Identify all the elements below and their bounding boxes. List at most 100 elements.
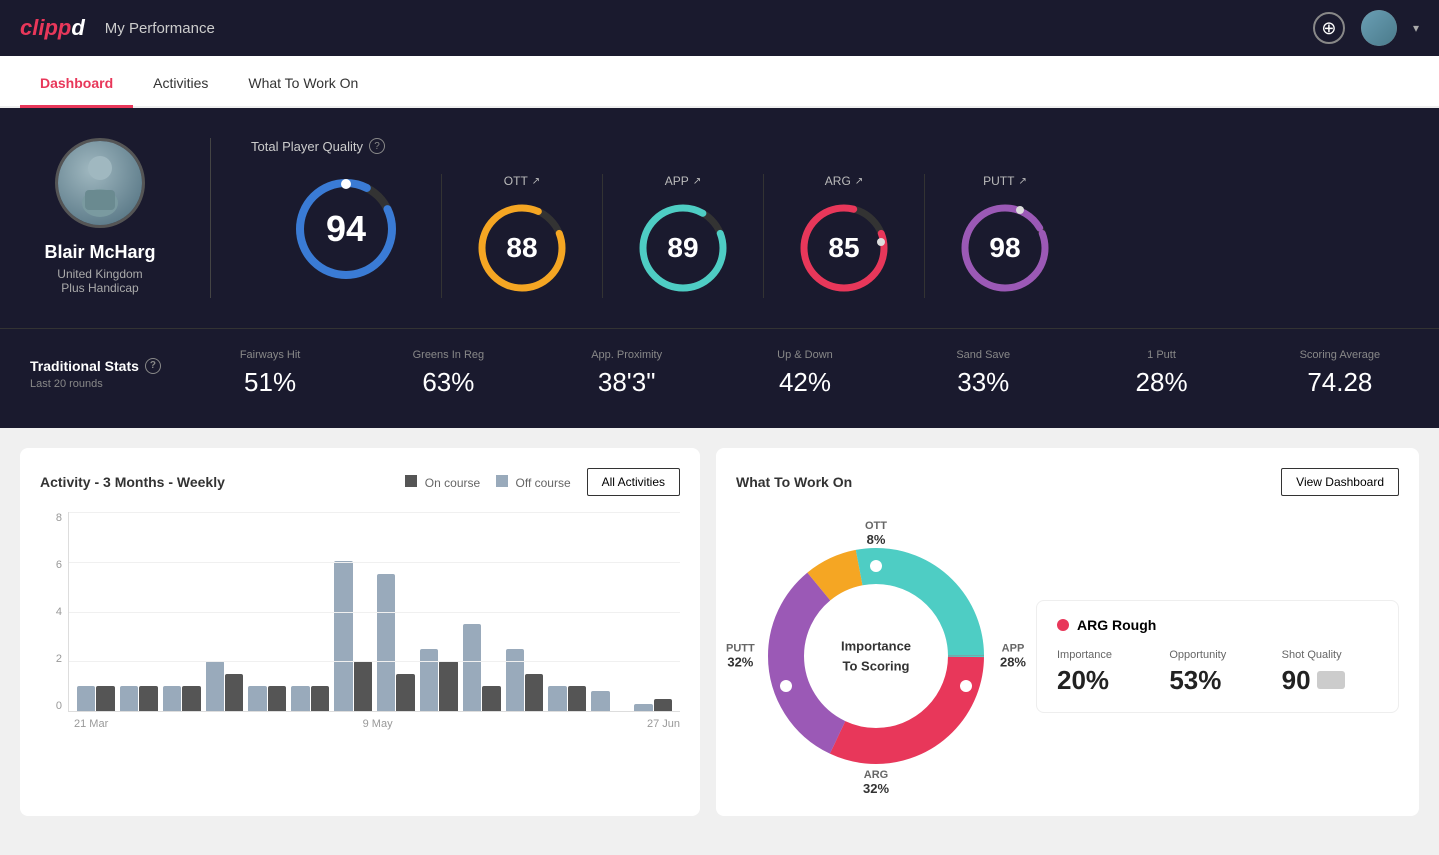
wtwo-panel: What To Work On View Dashboard	[716, 448, 1419, 816]
label-arg: ARG 32%	[863, 769, 889, 796]
stat-fairways: Fairways Hit 51%	[201, 349, 339, 398]
trad-stats-title: Traditional Stats ?	[30, 358, 161, 374]
metric-opportunity: Opportunity 53%	[1169, 649, 1265, 696]
detail-card-title: ARG Rough	[1057, 617, 1378, 633]
gauge-putt-circle: 98	[955, 198, 1055, 298]
avatar[interactable]	[1361, 10, 1397, 46]
trad-stats-label: Traditional Stats ? Last 20 rounds	[30, 358, 161, 390]
bar-on-2	[182, 686, 200, 711]
stat-oneputt: 1 Putt 28%	[1092, 349, 1230, 398]
tab-activities[interactable]: Activities	[133, 61, 228, 108]
detail-card: ARG Rough Importance 20% Opportunity	[1036, 600, 1399, 713]
bar-off-5	[291, 686, 309, 711]
donut-chart: ImportanceTo Scoring OTT 8% ARG 32% APP …	[736, 516, 1016, 796]
bar-group-6	[334, 561, 372, 711]
opportunity-value: 53%	[1169, 665, 1265, 696]
plus-icon: ⊕	[1321, 18, 1336, 39]
arrow-icon: ↗	[1018, 176, 1026, 187]
bar-off-9	[463, 624, 481, 712]
main-gauge-wrap: 94	[291, 174, 401, 284]
wtwo-header: What To Work On View Dashboard	[736, 468, 1399, 496]
gauge-ott-circle: 88	[472, 198, 572, 298]
bar-group-5	[291, 686, 329, 711]
arg-score: 85	[828, 232, 859, 264]
tab-what-to-work-on[interactable]: What To Work On	[228, 61, 378, 108]
avatar-image	[1361, 10, 1397, 46]
trad-help-icon[interactable]: ?	[145, 358, 161, 374]
metric-shot-quality: Shot Quality 90	[1282, 649, 1378, 696]
bar-on-9	[482, 686, 500, 711]
stat-scoring: Scoring Average 74.28	[1271, 349, 1409, 398]
bar-group-1	[120, 686, 158, 711]
view-dashboard-button[interactable]: View Dashboard	[1281, 468, 1399, 496]
top-nav: clippd My Performance ⊕ ▾	[0, 0, 1439, 56]
legend-on-course: On course	[405, 475, 480, 490]
bar-on-5	[311, 686, 329, 711]
player-avatar-image	[58, 141, 142, 225]
stat-proximity: App. Proximity 38'3"	[558, 349, 696, 398]
gauge-putt-label: PUTT ↗	[983, 174, 1027, 188]
bar-group-3	[206, 661, 244, 711]
bar-off-11	[548, 686, 566, 711]
shot-quality-value: 90	[1282, 665, 1378, 696]
bar-group-8	[420, 649, 458, 712]
label-app: APP 28%	[1000, 643, 1026, 670]
bar-group-9	[463, 624, 501, 712]
bar-off-4	[248, 686, 266, 711]
bar-off-13	[634, 704, 652, 712]
metric-importance: Importance 20%	[1057, 649, 1153, 696]
gauge-putt: PUTT ↗ 98	[925, 174, 1085, 298]
app-score: 89	[667, 232, 698, 264]
add-button[interactable]: ⊕	[1313, 12, 1345, 44]
x-label-jun: 27 Jun	[647, 718, 680, 730]
bar-group-7	[377, 574, 415, 712]
bar-group-10	[506, 649, 544, 712]
hero-section: Blair McHarg United Kingdom Plus Handica…	[0, 108, 1439, 328]
score-gauges: 94 OTT ↗ 88	[251, 174, 1409, 298]
main-score-value: 94	[326, 208, 366, 250]
bar-on-13	[654, 699, 672, 712]
gauge-main: 94	[251, 174, 442, 298]
bar-off-7	[377, 574, 395, 712]
nav-title: My Performance	[105, 20, 215, 37]
gauge-app-label: APP ↗	[665, 174, 701, 188]
tab-dashboard[interactable]: Dashboard	[20, 61, 133, 108]
bar-group-12	[591, 691, 629, 711]
tpq-label: Total Player Quality ?	[251, 138, 1409, 154]
bar-on-8	[439, 661, 457, 711]
donut-center-label: ImportanceTo Scoring	[841, 637, 911, 676]
donut-center-text: ImportanceTo Scoring	[841, 637, 911, 676]
bar-on-1	[139, 686, 157, 711]
gauge-arg: ARG ↗ 85	[764, 174, 925, 298]
gauge-app-circle: 89	[633, 198, 733, 298]
chart-area: 8 6 4 2 0	[40, 512, 680, 732]
putt-score: 98	[989, 232, 1020, 264]
tpq-help-icon[interactable]: ?	[369, 138, 385, 154]
nav-left: clippd My Performance	[20, 15, 215, 41]
chart-header: Activity - 3 Months - Weekly On course O…	[40, 468, 680, 496]
bar-off-8	[420, 649, 438, 712]
legend-off-course: Off course	[496, 475, 570, 490]
stat-updown: Up & Down 42%	[736, 349, 874, 398]
all-activities-button[interactable]: All Activities	[587, 468, 680, 496]
scores-section: Total Player Quality ? 94	[251, 138, 1409, 298]
y-label-4: 4	[56, 606, 62, 618]
bar-off-3	[206, 661, 224, 711]
gauge-app: APP ↗ 89	[603, 174, 764, 298]
bar-off-6	[334, 561, 352, 711]
bar-group-4	[248, 686, 286, 711]
bar-on-10	[525, 674, 543, 712]
wtwo-title: What To Work On	[736, 474, 852, 490]
wtwo-detail: ARG Rough Importance 20% Opportunity	[1036, 600, 1399, 713]
gauge-ott: OTT ↗ 88	[442, 174, 603, 298]
nav-right: ⊕ ▾	[1313, 10, 1419, 46]
y-label-6: 6	[56, 559, 62, 571]
y-label-2: 2	[56, 653, 62, 665]
y-label-8: 8	[56, 512, 62, 524]
arrow-icon: ↗	[532, 176, 540, 187]
traditional-stats: Traditional Stats ? Last 20 rounds Fairw…	[0, 328, 1439, 428]
tabs-bar: Dashboard Activities What To Work On	[0, 56, 1439, 108]
wtwo-content: ImportanceTo Scoring OTT 8% ARG 32% APP …	[736, 516, 1399, 796]
chart-title: Activity - 3 Months - Weekly	[40, 474, 225, 490]
importance-value: 20%	[1057, 665, 1153, 696]
